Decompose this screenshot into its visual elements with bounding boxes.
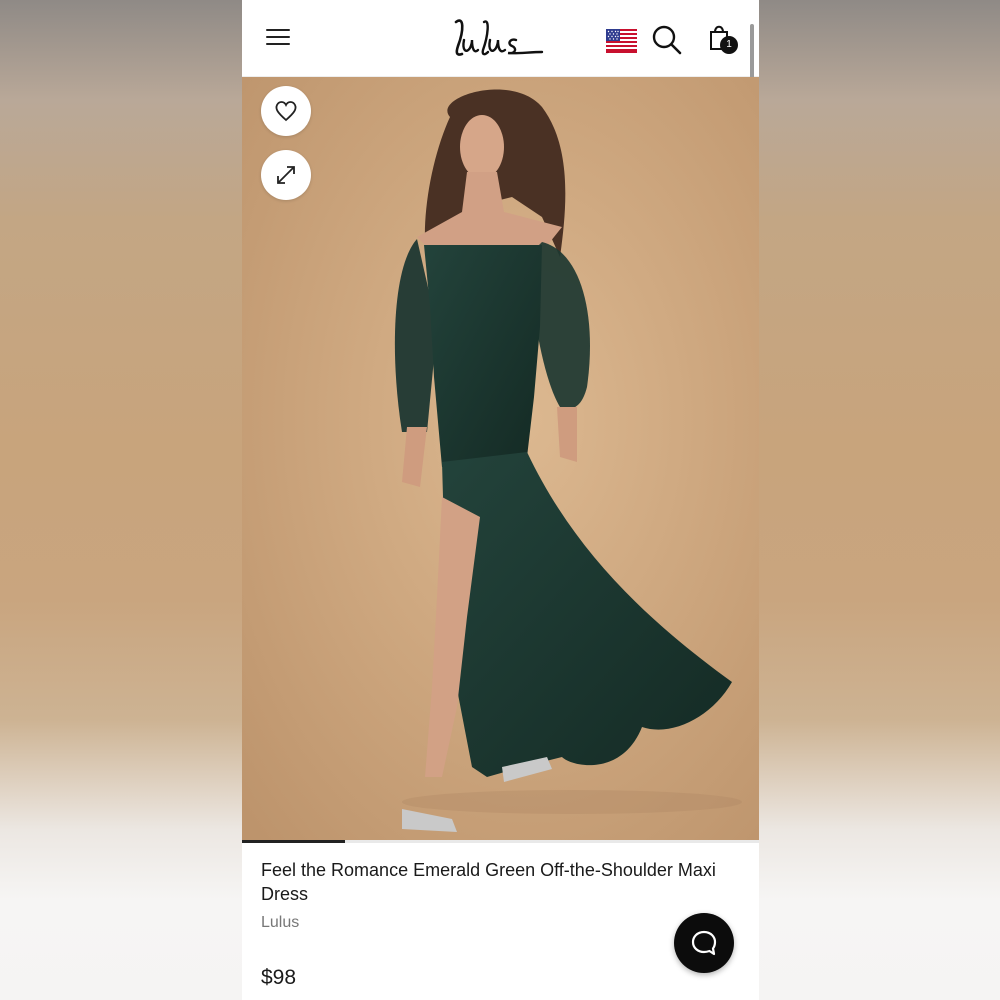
search-icon[interactable] [651,24,683,56]
us-flag-icon[interactable] [606,29,637,53]
mobile-page: 1 Feel the Romance Emerald Green Off-the… [242,0,759,1000]
product-title: Feel the Romance Emerald Green Off-the-S… [261,860,716,904]
lulus-logo[interactable] [450,12,550,64]
image-carousel-progress [242,840,759,843]
product-price: $98 [261,966,297,989]
expand-icon[interactable] [261,150,311,200]
hamburger-menu-icon[interactable] [266,26,292,48]
heart-icon[interactable] [261,86,311,136]
cart-count-badge: 1 [720,36,738,54]
model-photo [242,77,759,840]
site-header: 1 [242,0,759,172]
product-image[interactable] [242,77,759,840]
chat-bubble-icon[interactable] [674,913,734,973]
product-brand[interactable]: Lulus [261,914,299,932]
image-carousel-progress-fill [242,840,346,843]
